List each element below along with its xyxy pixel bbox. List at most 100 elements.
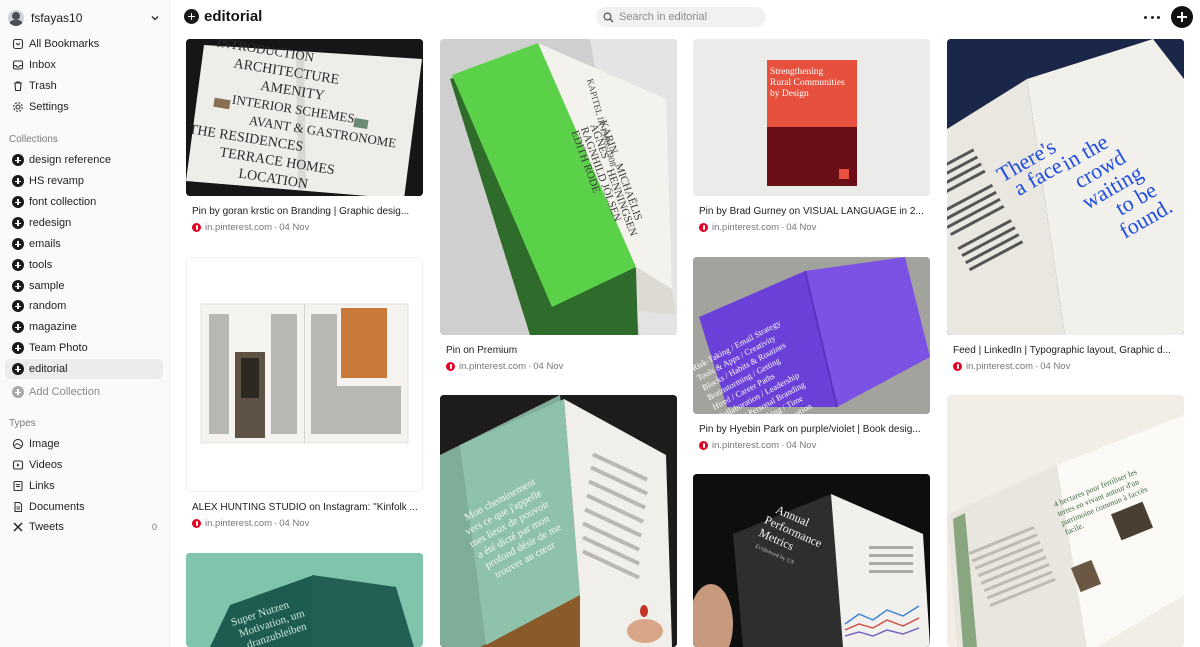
- bookmark-date: 04 Nov: [533, 361, 564, 372]
- collection-item[interactable]: design reference: [5, 150, 163, 170]
- bookmark-thumbnail[interactable]: Strengthening Rural Communities by Desig…: [693, 39, 930, 196]
- collection-item[interactable]: emails: [5, 234, 163, 254]
- type-label: Documents: [29, 501, 85, 513]
- type-videos[interactable]: Videos: [5, 455, 163, 475]
- collection-item[interactable]: font collection: [5, 192, 163, 212]
- bookmark-title[interactable]: Pin on Premium: [440, 345, 672, 356]
- bookmark-thumbnail[interactable]: INTRODUCTION ARCHITECTURE AMENITY INTERI…: [186, 39, 423, 196]
- x-icon: [12, 521, 24, 533]
- collection-item-editorial[interactable]: editorial: [5, 359, 163, 379]
- type-tweets[interactable]: Tweets 0: [5, 517, 163, 537]
- collection-icon: [12, 154, 24, 166]
- bookmark-title[interactable]: Feed | LinkedIn | Typographic layout, Gr…: [947, 345, 1179, 356]
- nav-inbox[interactable]: Inbox: [5, 55, 163, 75]
- collections-heading: Collections: [9, 134, 58, 145]
- collection-item[interactable]: redesign: [5, 213, 163, 233]
- add-collection-label: Add Collection: [29, 386, 100, 398]
- collection-icon: [12, 300, 24, 312]
- collection-item[interactable]: HS revamp: [5, 171, 163, 191]
- bookmark-meta: in.pinterest.com · 04 Nov: [440, 361, 677, 372]
- collection-item[interactable]: random: [5, 296, 163, 316]
- nav-trash[interactable]: Trash: [5, 76, 163, 96]
- bookmark-card[interactable]: INTRODUCTION ARCHITECTURE AMENITY INTERI…: [186, 39, 423, 233]
- account-switcher[interactable]: fsfayas10: [8, 7, 164, 29]
- bookmark-source: in.pinterest.com: [205, 518, 273, 529]
- collection-label: emails: [29, 238, 61, 250]
- bookmark-title[interactable]: Pin by Hyebin Park on purple/violet | Bo…: [693, 424, 925, 435]
- pinterest-icon: [953, 362, 962, 371]
- bookmark-date: 04 Nov: [1040, 361, 1071, 372]
- nav-all-bookmarks[interactable]: All Bookmarks: [5, 34, 163, 54]
- chevron-down-icon: [151, 15, 159, 21]
- collection-item[interactable]: sample: [5, 276, 163, 296]
- collection-label: HS revamp: [29, 175, 85, 187]
- add-bookmark-button[interactable]: [1171, 6, 1193, 28]
- bookmark-title[interactable]: Pin by Brad Gurney on VISUAL LANGUAGE in…: [693, 206, 925, 217]
- pinterest-icon: [699, 441, 708, 450]
- bookmark-meta: in.pinterest.com · 04 Nov: [947, 361, 1184, 372]
- bookmark-thumbnail[interactable]: Mon cheminement vers ce que j'appelle me…: [440, 395, 677, 647]
- bookmark-card[interactable]: KAPITEL III 1900–1908 EDITH RODE RAGNHIL…: [440, 39, 677, 372]
- bookmarks-icon: [12, 38, 24, 50]
- bookmark-card[interactable]: Strengthening Rural Communities by Desig…: [693, 39, 930, 233]
- bookmark-card[interactable]: 4 hectares pour fertiliser les terres en…: [947, 395, 1184, 647]
- nav-label: Trash: [29, 80, 57, 92]
- document-icon: [12, 501, 24, 513]
- bookmark-thumbnail[interactable]: Annual Performance Metrics Evidenced by …: [693, 474, 930, 647]
- collection-icon: [12, 363, 24, 375]
- page-title: editorial: [204, 8, 263, 25]
- pinterest-icon: [192, 223, 201, 232]
- nav-label: Settings: [29, 101, 69, 113]
- bookmark-thumbnail[interactable]: KAPITEL III 1900–1908 EDITH RODE RAGNHIL…: [440, 39, 677, 335]
- bookmark-meta: in.pinterest.com · 04 Nov: [186, 518, 423, 529]
- collection-label: sample: [29, 280, 65, 292]
- search-input[interactable]: [619, 11, 759, 23]
- collection-icon: [12, 259, 24, 271]
- nav-label: All Bookmarks: [29, 38, 100, 50]
- search-bar[interactable]: [596, 7, 766, 27]
- collection-icon: [12, 217, 24, 229]
- collection-icon: [12, 196, 24, 208]
- bookmark-thumbnail[interactable]: Risk-Taking / Email Strategy Tools & App…: [693, 257, 930, 414]
- trash-icon: [12, 80, 24, 92]
- bookmark-source: in.pinterest.com: [966, 361, 1034, 372]
- bookmark-card[interactable]: Super Nutzen Motivation, um dranzubleibe…: [186, 553, 423, 647]
- pinterest-icon: [699, 223, 708, 232]
- collection-icon: [184, 9, 199, 24]
- nav-settings[interactable]: Settings: [5, 97, 163, 117]
- tweets-count: 0: [151, 522, 157, 532]
- bookmark-card[interactable]: There's a face in the crowd waiting to b…: [947, 39, 1184, 372]
- plus-icon: [12, 386, 24, 398]
- sidebar: fsfayas10 All Bookmarks Inbox Trash Sett…: [0, 0, 170, 647]
- collection-item[interactable]: magazine: [5, 317, 163, 337]
- gear-icon: [12, 101, 24, 113]
- bookmark-card[interactable]: Risk-Taking / Email Strategy Tools & App…: [693, 257, 930, 451]
- search-icon: [603, 11, 614, 22]
- bookmark-date: 04 Nov: [786, 440, 817, 451]
- type-documents[interactable]: Documents: [5, 497, 163, 517]
- bookmark-thumbnail[interactable]: Super Nutzen Motivation, um dranzubleibe…: [186, 553, 423, 647]
- collection-icon: [12, 321, 24, 333]
- bookmark-title[interactable]: ALEX HUNTING STUDIO on Instagram: "Kinfo…: [186, 502, 418, 513]
- collection-item[interactable]: Team Photo: [5, 338, 163, 358]
- more-options-button[interactable]: [1144, 10, 1160, 24]
- bookmark-thumbnail[interactable]: There's a face in the crowd waiting to b…: [947, 39, 1184, 335]
- type-links[interactable]: Links: [5, 476, 163, 496]
- type-label: Tweets: [29, 521, 64, 533]
- bookmark-card[interactable]: Annual Performance Metrics Evidenced by …: [693, 474, 930, 647]
- bookmark-date: 04 Nov: [279, 518, 310, 529]
- bookmark-title[interactable]: Pin by goran krstic on Branding | Graphi…: [186, 206, 418, 217]
- bookmark-thumbnail[interactable]: [186, 257, 423, 492]
- bookmark-thumbnail[interactable]: 4 hectares pour fertiliser les terres en…: [947, 395, 1184, 647]
- add-collection-button[interactable]: Add Collection: [5, 382, 163, 402]
- account-name: fsfayas10: [31, 11, 83, 25]
- collection-item[interactable]: tools: [5, 255, 163, 275]
- bookmark-card[interactable]: ALEX HUNTING STUDIO on Instagram: "Kinfo…: [186, 257, 423, 529]
- bookmark-meta: in.pinterest.com · 04 Nov: [693, 440, 930, 451]
- bookmark-source: in.pinterest.com: [459, 361, 527, 372]
- collection-label: design reference: [29, 154, 111, 166]
- image-text: by Design: [770, 89, 809, 99]
- bookmark-card[interactable]: Mon cheminement vers ce que j'appelle me…: [440, 395, 677, 647]
- type-image[interactable]: Image: [5, 434, 163, 454]
- link-icon: [12, 480, 24, 492]
